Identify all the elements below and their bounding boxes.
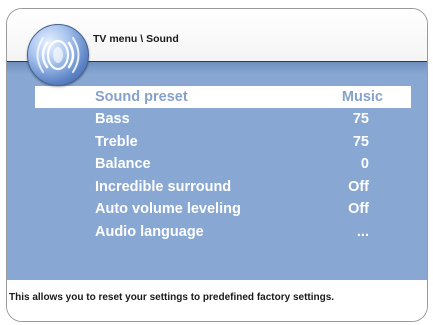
menu-item-label: Treble (95, 133, 138, 150)
help-text: This allows you to reset your settings t… (9, 292, 335, 303)
menu-item-label: Balance (95, 156, 151, 172)
menu-item-audio-language[interactable]: Audio language ... (35, 221, 411, 244)
menu-item-sound-preset[interactable]: Sound preset Music (35, 86, 411, 108)
speaker-icon-graphic (36, 37, 80, 73)
menu-item-bass[interactable]: Bass 75 (35, 108, 411, 131)
menu-item-treble[interactable]: Treble 75 (35, 131, 411, 154)
menu-item-incredible-surround[interactable]: Incredible surround Off (35, 176, 411, 199)
menu-item-value: 75 (352, 133, 369, 150)
menu-item-auto-volume-leveling[interactable]: Auto volume leveling Off (35, 198, 411, 221)
help-description: This allows you to reset your settings t… (7, 280, 427, 321)
menu-item-value: ... (356, 223, 369, 240)
menu-item-balance[interactable]: Balance 0 (35, 153, 411, 176)
menu-item-label: Audio language (95, 223, 204, 240)
menu-item-value: Off (348, 178, 369, 195)
menu-item-value: Off (348, 201, 369, 217)
menu-item-label: Incredible surround (95, 178, 232, 195)
breadcrumb: TV menu \ Sound (93, 33, 179, 45)
speaker-icon (27, 24, 89, 86)
menu-item-label: Bass (95, 111, 130, 127)
sound-settings-menu: Sound preset Music Bass 75 Treble 75 Bal… (35, 86, 411, 243)
menu-item-value: 0 (360, 156, 369, 172)
tv-menu-screen: TV menu \ Sound Sound preset Music Bass … (0, 0, 433, 325)
menu-item-label: Sound preset (95, 89, 188, 105)
menu-item-value: Music (341, 89, 383, 105)
menu-item-label: Auto volume leveling (95, 201, 241, 217)
menu-item-value: 75 (352, 111, 369, 127)
settings-panel: Sound preset Music Bass 75 Treble 75 Bal… (7, 61, 427, 281)
